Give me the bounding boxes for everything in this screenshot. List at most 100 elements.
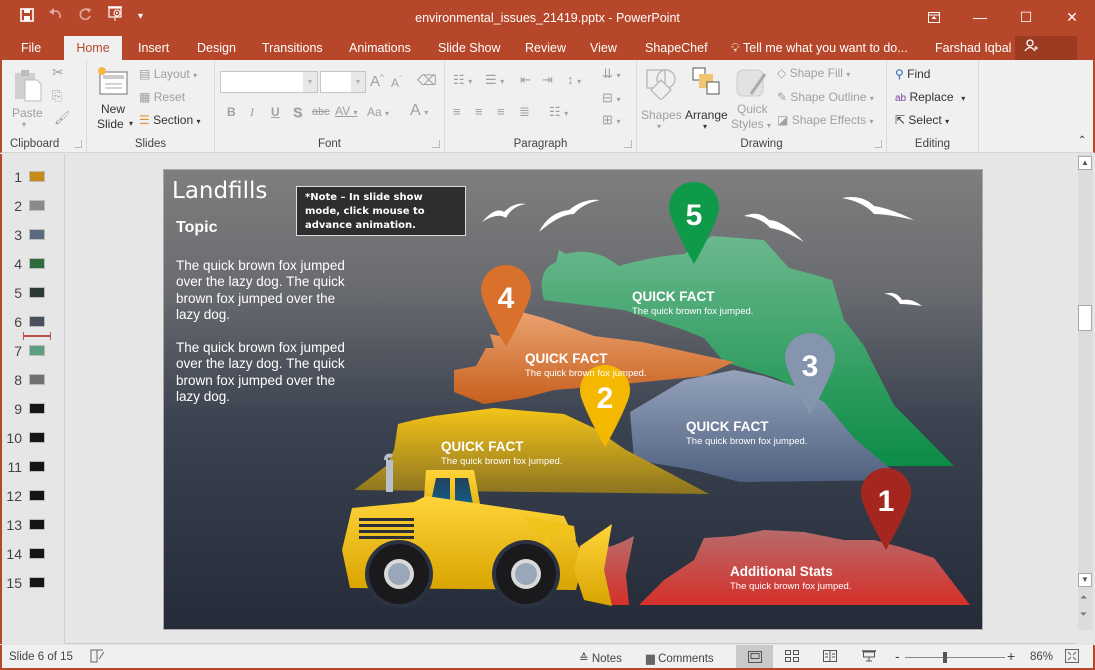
smartart-icon[interactable]: ⊞ ▾ — [602, 112, 621, 128]
slide-sorter-button[interactable] — [785, 650, 799, 665]
clear-formatting-icon[interactable]: ⌫ — [417, 72, 437, 89]
new-slide-button[interactable]: New Slide ▾ — [95, 64, 133, 134]
slide-thumbnail-8[interactable]: 8 — [2, 370, 64, 390]
paragraph-launcher-icon[interactable] — [624, 140, 632, 148]
maximize-button[interactable]: ☐ — [1003, 0, 1049, 34]
slide-thumbnail-image[interactable] — [29, 461, 45, 472]
underline-button[interactable]: U — [271, 105, 280, 119]
slide-thumbnail-5[interactable]: 5 — [2, 283, 64, 303]
font-launcher-icon[interactable] — [432, 140, 440, 148]
slide-thumbnail-2[interactable]: 2 — [2, 196, 64, 216]
slide-title[interactable]: Landfills — [172, 178, 267, 204]
tab-view[interactable]: View — [581, 36, 626, 60]
slide-thumbnail-image[interactable] — [29, 548, 45, 559]
slide-thumbnail-image[interactable] — [29, 374, 45, 385]
bullets-icon[interactable]: ☷ ▾ — [453, 72, 472, 88]
text-shadow-button[interactable]: S — [293, 104, 302, 120]
layout-button[interactable]: ▤ Layout ▾ — [139, 67, 197, 81]
zoom-out-button[interactable]: - — [895, 648, 900, 664]
slide-thumbnail-image[interactable] — [29, 171, 45, 182]
tab-insert[interactable]: Insert — [129, 36, 178, 60]
scroll-down-button[interactable]: ▼ — [1078, 573, 1092, 587]
slide-thumbnail-1[interactable]: 1 — [2, 167, 64, 187]
slide-thumbnail-11[interactable]: 11 — [2, 457, 64, 477]
slide-thumbnail-image[interactable] — [29, 258, 45, 269]
slide-thumbnail-image[interactable] — [29, 577, 45, 588]
slide-thumbnail-10[interactable]: 10 — [2, 428, 64, 448]
font-name-dropdown-icon[interactable]: ▾ — [303, 72, 317, 92]
scroll-up-button[interactable]: ▲ — [1078, 156, 1092, 170]
drawing-launcher-icon[interactable] — [874, 140, 882, 148]
slide-thumbnail-6[interactable]: 6 — [2, 312, 64, 332]
slide-thumbnail-image[interactable] — [29, 432, 45, 443]
zoom-slider-track[interactable] — [905, 657, 1005, 658]
tab-review[interactable]: Review — [516, 36, 575, 60]
character-spacing-button[interactable]: AV ▾ — [335, 104, 357, 118]
tab-slide-show[interactable]: Slide Show — [429, 36, 510, 60]
collapse-ribbon-icon[interactable]: ⌃ — [1078, 135, 1086, 146]
slide-thumbnail-7[interactable]: 7 — [2, 341, 64, 361]
find-button[interactable]: ⚲ Find — [895, 67, 930, 81]
align-center-icon[interactable]: ≡ — [475, 104, 483, 119]
scroll-thumb[interactable] — [1078, 305, 1092, 331]
zoom-level[interactable]: 86% — [1030, 651, 1053, 663]
copy-icon[interactable]: ⎘ — [52, 88, 62, 104]
tab-home[interactable]: Home — [64, 36, 122, 60]
comments-button[interactable]: ▆ Comments — [646, 651, 714, 665]
shape-effects-button[interactable]: ◪ Shape Effects ▾ — [777, 113, 874, 127]
zoom-slider-thumb[interactable] — [943, 652, 947, 663]
zoom-in-button[interactable]: + — [1007, 648, 1015, 664]
slide-thumbnail-image[interactable] — [29, 316, 45, 327]
font-size-combo[interactable]: ▾ — [320, 71, 366, 93]
notes-button[interactable]: ≙ Notes — [579, 651, 622, 665]
slide-thumbnail-image[interactable] — [29, 229, 45, 240]
ribbon-display-options-icon[interactable] — [911, 0, 957, 34]
tab-shapechef[interactable]: ShapeChef — [636, 36, 717, 60]
reset-button[interactable]: ▦ Reset — [139, 90, 185, 104]
section-button[interactable]: ☰ Section ▾ — [139, 113, 201, 127]
slide-6[interactable]: 1 2 3 4 5 QUICK FACT The quick brown fox jum… — [163, 169, 983, 630]
font-size-dropdown-icon[interactable]: ▾ — [351, 72, 365, 92]
tab-animations[interactable]: Animations — [340, 36, 420, 60]
tab-design[interactable]: Design — [188, 36, 245, 60]
slide-thumbnail-image[interactable] — [29, 200, 45, 211]
normal-view-button[interactable] — [736, 645, 773, 668]
select-button[interactable]: ⇱ Select ▾ — [895, 113, 949, 127]
minimize-button[interactable]: — — [957, 0, 1003, 34]
clipboard-launcher-icon[interactable] — [74, 140, 82, 148]
tab-file[interactable]: File — [12, 36, 50, 60]
vertical-scrollbar[interactable]: ▲ ▼ ⏶ ⏷ — [1078, 154, 1093, 630]
decrease-font-size-icon[interactable]: Aˇ — [391, 75, 402, 90]
text-direction-icon[interactable]: ⇊ ▾ — [602, 66, 621, 82]
slide-thumbnail-15[interactable]: 15 — [2, 573, 64, 593]
line-spacing-icon[interactable]: ↕ ▾ — [567, 72, 581, 87]
reading-view-button[interactable] — [823, 650, 837, 665]
cut-icon[interactable]: ✂ — [52, 64, 64, 81]
share-button[interactable]: Share — [1015, 36, 1077, 79]
justify-icon[interactable]: ≣ — [519, 104, 530, 120]
fit-slide-button[interactable] — [1065, 649, 1079, 666]
increase-indent-icon[interactable]: ⇥ — [542, 72, 553, 88]
slide-thumbnail-14[interactable]: 14 — [2, 544, 64, 564]
align-right-icon[interactable]: ≡ — [497, 104, 505, 119]
user-account[interactable]: Farshad Iqbal — [926, 36, 1020, 60]
slide-show-button[interactable] — [862, 650, 876, 665]
note-box[interactable]: *Note – In slide show mode, click mouse … — [296, 186, 466, 236]
next-slide-icon[interactable]: ⏷ — [1080, 609, 1087, 620]
align-text-icon[interactable]: ⊟ ▾ — [602, 90, 621, 106]
columns-icon[interactable]: ☷ ▾ — [549, 104, 568, 120]
slide-thumbnail-image[interactable] — [29, 519, 45, 530]
slide-thumbnail-image[interactable] — [29, 345, 45, 356]
slide-thumbnail-9[interactable]: 9 — [2, 399, 64, 419]
decrease-indent-icon[interactable]: ⇤ — [520, 72, 531, 88]
body-paragraph-1[interactable]: The quick brown fox jumped over the lazy… — [176, 258, 354, 323]
slide-thumbnail-image[interactable] — [29, 403, 45, 414]
format-painter-icon[interactable]: 🖌︎ — [54, 110, 71, 126]
italic-button[interactable]: I — [250, 105, 254, 120]
paste-button[interactable]: Paste ▾ — [10, 66, 46, 136]
replace-button[interactable]: ab Replace ▾ — [895, 90, 965, 104]
font-name-combo[interactable]: ▾ — [220, 71, 318, 93]
increase-font-size-icon[interactable]: A^ — [370, 73, 384, 90]
shape-outline-button[interactable]: ✎ Shape Outline ▾ — [777, 90, 874, 104]
shape-fill-button[interactable]: ◇ Shape Fill ▾ — [777, 66, 850, 80]
